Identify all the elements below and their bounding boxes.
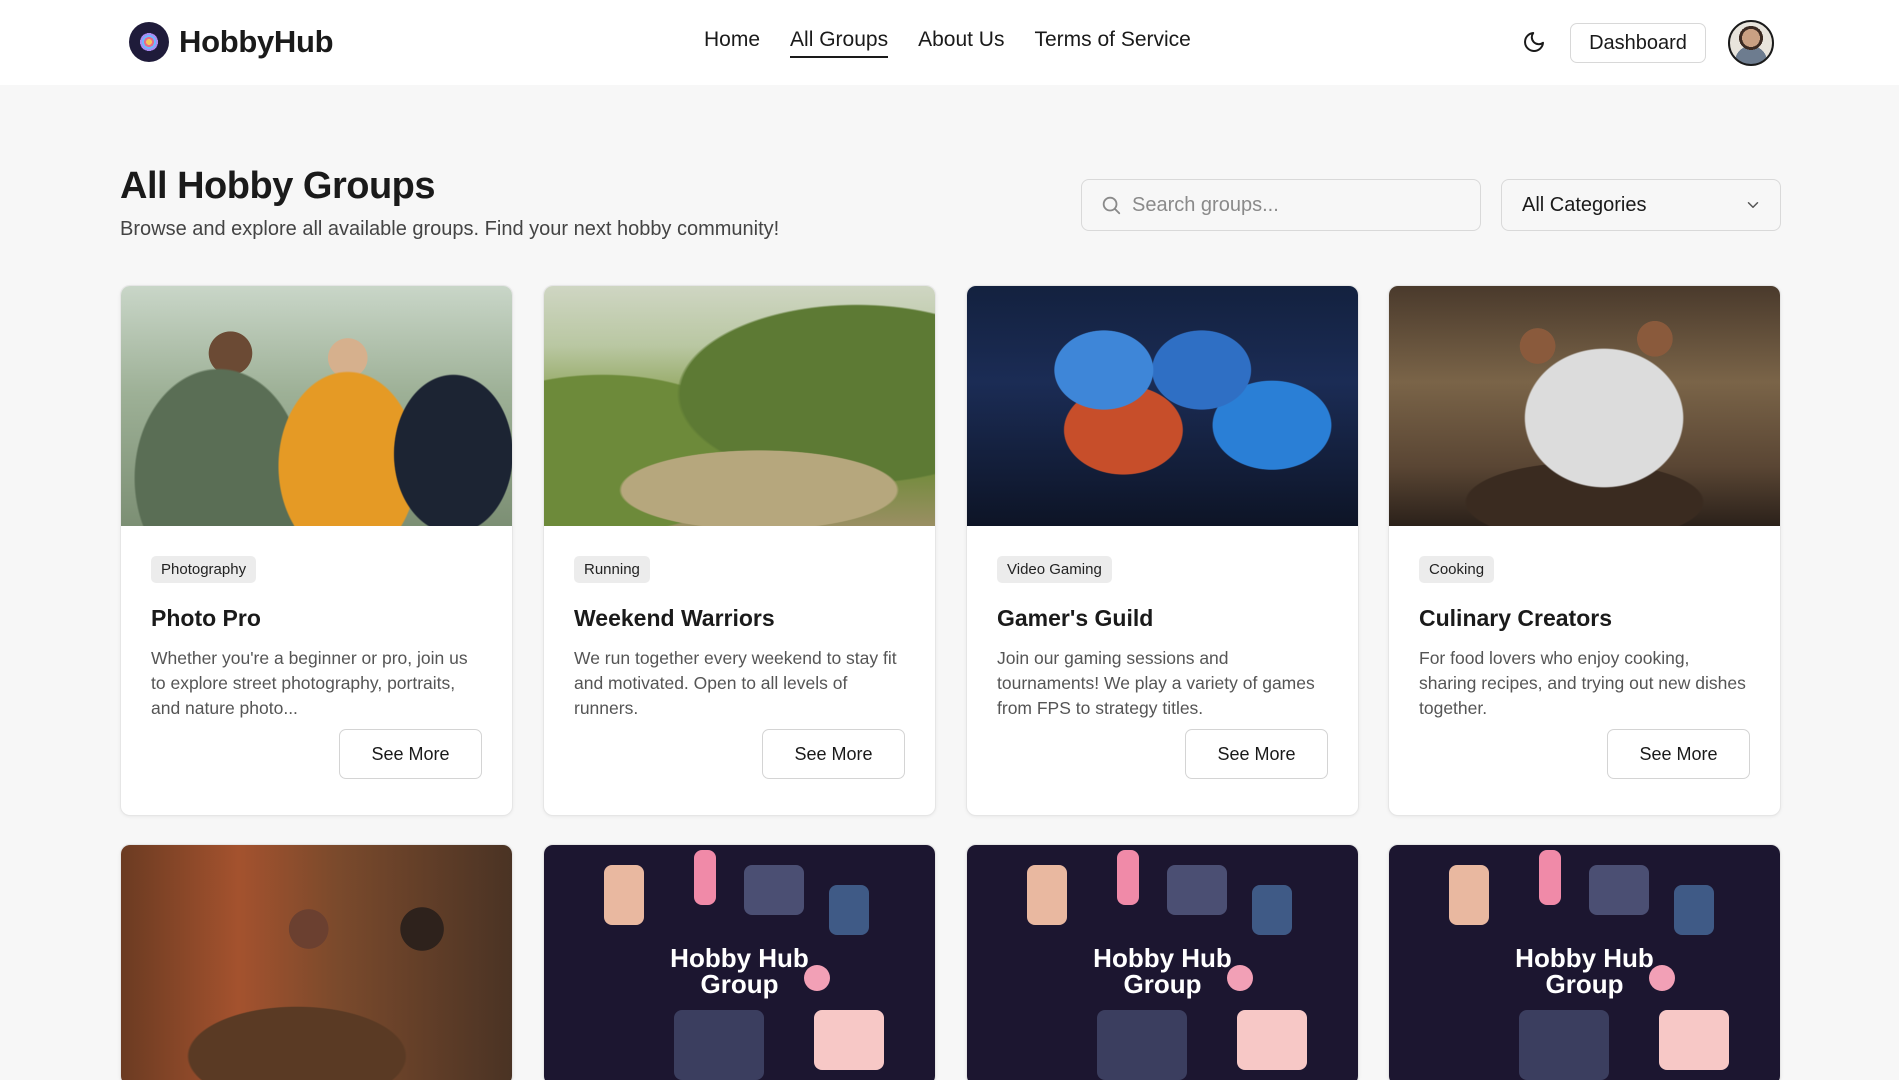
group-image-placeholder: Hobby Hub Group <box>1389 845 1780 1080</box>
group-card <box>120 844 513 1080</box>
group-card: Hobby Hub Group <box>1388 844 1781 1080</box>
see-more-button[interactable]: See More <box>1185 729 1328 779</box>
nav-about-us[interactable]: About Us <box>918 28 1004 58</box>
search-icon <box>1102 196 1121 215</box>
placeholder-group-line: Group <box>1123 969 1202 999</box>
placeholder-group-line: Group <box>700 969 779 999</box>
page-title: All Hobby Groups <box>120 165 436 207</box>
group-image-video-gaming <box>967 286 1358 526</box>
group-image-cooking <box>1389 286 1780 526</box>
category-badge: Running <box>574 556 650 583</box>
group-card: Hobby Hub Group <box>966 844 1359 1080</box>
group-card: Video Gaming Gamer's Guild Join our gami… <box>966 285 1359 816</box>
category-badge: Photography <box>151 556 257 583</box>
group-title: Photo Pro <box>151 605 261 631</box>
placeholder-brand-line: Hobby Hub <box>1093 943 1232 973</box>
moon-icon <box>1524 32 1544 52</box>
see-more-button[interactable]: See More <box>762 729 905 779</box>
group-image-placeholder: Hobby Hub Group <box>544 845 935 1080</box>
logo-icon <box>129 22 169 62</box>
user-avatar[interactable] <box>1728 20 1774 66</box>
placeholder-group-line: Group <box>1545 969 1624 999</box>
placeholder-brand-line: Hobby Hub <box>670 943 809 973</box>
nav-all-groups[interactable]: All Groups <box>790 28 889 58</box>
logo[interactable]: HobbyHub <box>129 22 334 62</box>
category-select[interactable]: All Categories <box>1501 179 1781 231</box>
logo-text: HobbyHub <box>179 24 334 59</box>
category-badge: Video Gaming <box>997 556 1112 583</box>
nav-terms-of-service[interactable]: Terms of Service <box>1034 28 1190 58</box>
group-description: Whether you're a beginner or pro, join u… <box>151 648 468 718</box>
group-image-photography <box>121 286 512 526</box>
main-nav: Home All Groups About Us Terms of Servic… <box>704 28 1191 58</box>
group-image-placeholder: Hobby Hub Group <box>967 845 1358 1080</box>
see-more-button[interactable]: See More <box>1607 729 1750 779</box>
chevron-down-icon <box>1747 202 1759 208</box>
category-select-value: All Categories <box>1522 193 1647 216</box>
top-header: HobbyHub Home All Groups About Us Terms … <box>0 0 1899 85</box>
category-badge: Cooking <box>1419 556 1495 583</box>
search-box[interactable] <box>1081 179 1481 231</box>
group-title: Culinary Creators <box>1419 605 1613 631</box>
group-card: Cooking Culinary Creators For food lover… <box>1388 285 1781 816</box>
nav-home[interactable]: Home <box>704 28 760 58</box>
group-image-running <box>544 286 935 526</box>
page-subtitle: Browse and explore all available groups.… <box>120 218 780 240</box>
dashboard-button[interactable]: Dashboard <box>1570 23 1706 63</box>
placeholder-brand-line: Hobby Hub <box>1515 943 1654 973</box>
see-more-button[interactable]: See More <box>339 729 482 779</box>
group-description: Join our gaming sessions and tournaments… <box>997 648 1315 718</box>
group-description: For food lovers who enjoy cooking, shari… <box>1419 648 1746 718</box>
group-image-study <box>121 845 512 1080</box>
theme-toggle-button[interactable] <box>1520 28 1548 56</box>
group-title: Gamer's Guild <box>997 605 1154 631</box>
group-card: Running Weekend Warriors We run together… <box>543 285 936 816</box>
group-title: Weekend Warriors <box>574 605 775 631</box>
group-description: We run together every weekend to stay fi… <box>574 648 897 718</box>
group-card: Photography Photo Pro Whether you're a b… <box>120 285 513 816</box>
group-card: Hobby Hub Group <box>543 844 936 1080</box>
search-input[interactable] <box>1132 193 1462 217</box>
